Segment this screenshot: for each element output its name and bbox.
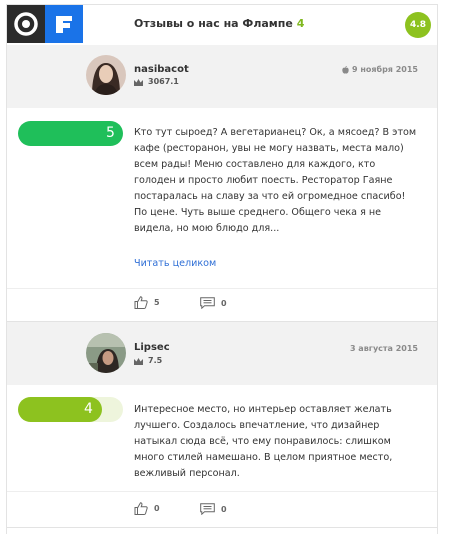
thumbs-up-icon xyxy=(134,502,148,515)
author-karma: 7.5 xyxy=(148,356,163,365)
comments-count: 0 xyxy=(221,298,227,308)
header-title-text: Отзывы о нас на Флампе xyxy=(134,17,293,30)
crown-icon xyxy=(134,79,143,86)
review-date-text: 9 ноября 2015 xyxy=(351,65,418,74)
speech-bubble-icon xyxy=(200,297,215,309)
review-text: Интересное место, но интерьер оставляет … xyxy=(134,404,393,479)
author-name[interactable]: nasibacot xyxy=(134,64,189,75)
speech-bubble-icon xyxy=(200,503,215,515)
crown-icon xyxy=(134,358,143,365)
review-head: Lipsec 7.5 3 августа 2015 xyxy=(7,322,437,385)
like-button[interactable]: 5 xyxy=(134,296,160,309)
score-value: 5 xyxy=(106,125,115,141)
comments-count: 0 xyxy=(221,504,227,514)
comment-button[interactable]: 0 xyxy=(200,297,227,309)
review-date: 3 августа 2015 xyxy=(350,344,418,353)
avatar[interactable] xyxy=(86,55,126,95)
score-value: 4 xyxy=(84,401,93,417)
flamp-f-icon[interactable] xyxy=(45,5,83,43)
widget-header: Отзывы о нас на Флампе 4 4.8 xyxy=(7,5,437,45)
likes-count: 5 xyxy=(154,298,160,307)
score-pill: 4 xyxy=(18,397,123,422)
apple-icon xyxy=(342,65,349,74)
review-card: nasibacot 3067.1 9 ноября 2015 5 Кто тут… xyxy=(7,45,437,288)
review-separator xyxy=(7,527,437,528)
review-date-text: 3 августа 2015 xyxy=(349,344,418,353)
like-button[interactable]: 0 xyxy=(134,502,160,515)
flamp-reviews-widget: Отзывы о нас на Флампе 4 4.8 nasibacot 3… xyxy=(6,4,438,534)
score-pill: 5 xyxy=(18,121,123,146)
review-head: nasibacot 3067.1 9 ноября 2015 xyxy=(7,45,437,108)
author-karma: 3067.1 xyxy=(148,77,179,86)
rating-badge: 4.8 xyxy=(405,12,431,38)
review-text: Кто тут сыроед? А вегетарианец? Ок, а мя… xyxy=(134,127,417,234)
reviews-count: 4 xyxy=(296,17,305,30)
divider xyxy=(7,288,437,289)
read-more-link[interactable]: Читать целиком xyxy=(134,258,216,269)
flamp-target-icon[interactable] xyxy=(7,5,45,43)
thumbs-up-icon xyxy=(134,296,148,309)
avatar[interactable] xyxy=(86,333,126,373)
divider xyxy=(7,491,437,492)
review-date: 9 ноября 2015 xyxy=(342,65,418,74)
comment-button[interactable]: 0 xyxy=(200,503,227,515)
likes-count: 0 xyxy=(154,504,160,513)
author-name[interactable]: Lipsec xyxy=(134,342,170,353)
header-title[interactable]: Отзывы о нас на Флампе 4 xyxy=(134,17,304,30)
